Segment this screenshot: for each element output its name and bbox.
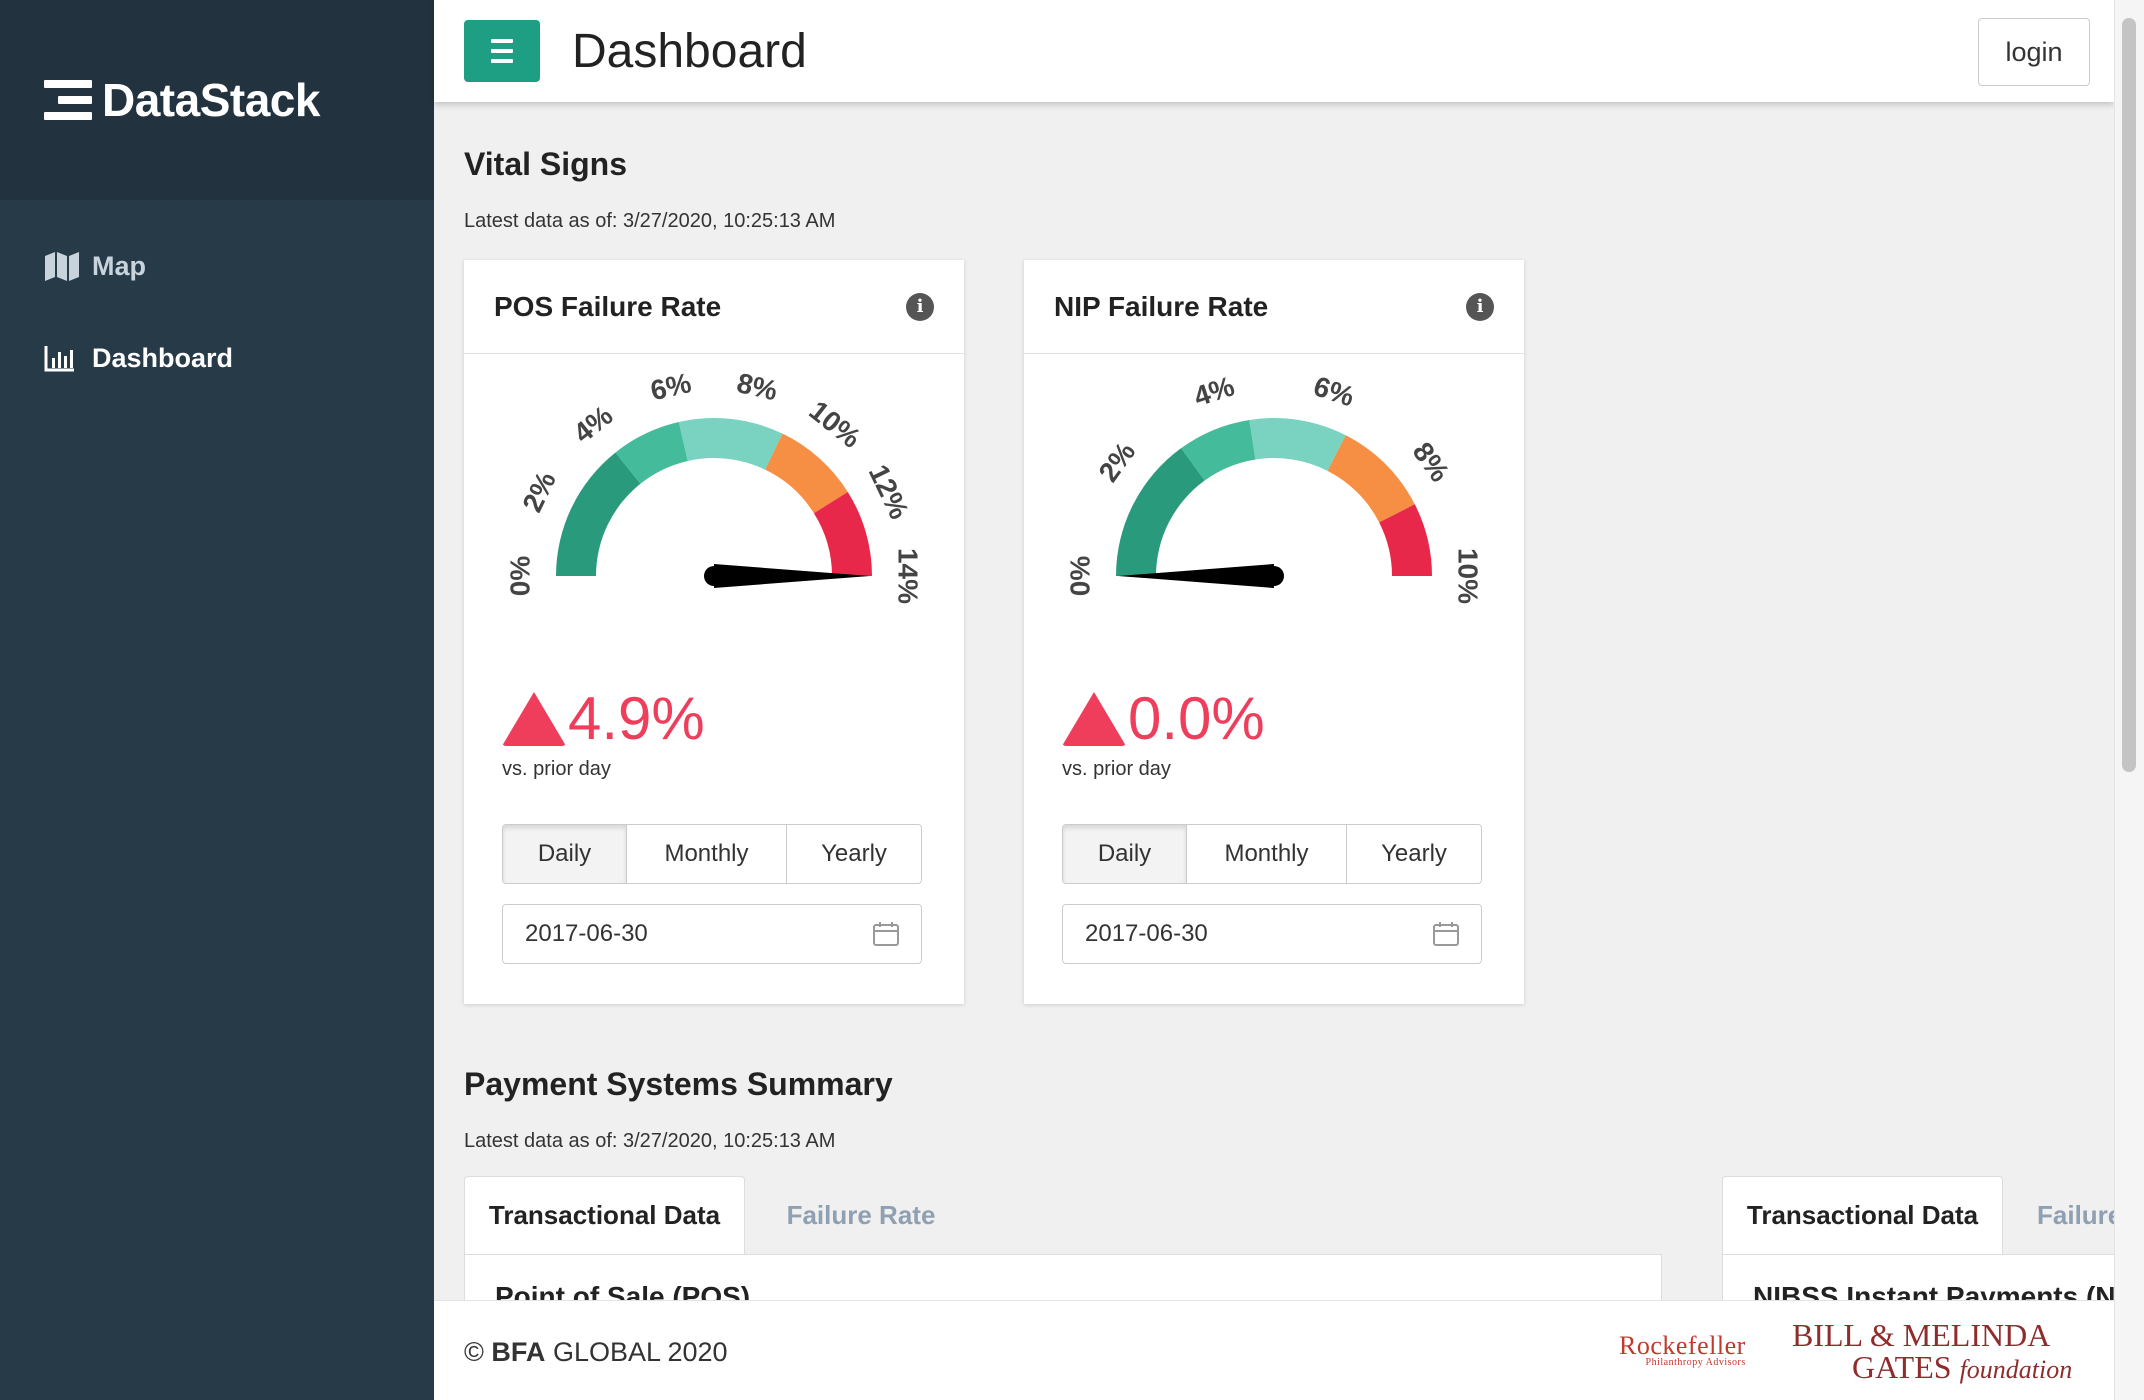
pos-failure-gauge: 0% 2%4% 6% 8% 10% 12% 14% bbox=[504, 367, 924, 604]
payment-summary-panel-left: Transactional Data Failure Rate Point of… bbox=[464, 1176, 1664, 1314]
period-selector: Daily Monthly Yearly bbox=[502, 824, 922, 884]
page-scrollbar[interactable] bbox=[2114, 0, 2144, 1400]
tab-failure-rate[interactable]: Failure Rate bbox=[746, 1176, 976, 1254]
vital-signs-title: Vital Signs bbox=[464, 146, 628, 182]
calendar-icon bbox=[1433, 922, 1459, 946]
date-value: 2017-06-30 bbox=[1085, 920, 1208, 947]
gauge-tick-label: 8% bbox=[734, 367, 780, 406]
date-picker-input[interactable]: 2017-06-30 bbox=[1062, 904, 1482, 964]
gauge-band-0 bbox=[556, 452, 641, 576]
change-value: 4.9% bbox=[568, 685, 705, 752]
nip-failure-gauge: 0% 2% 4% 6% 8% 10% bbox=[1064, 370, 1484, 604]
card-title: POS Failure Rate bbox=[494, 290, 722, 322]
gauge-tick-label: 10% bbox=[803, 395, 866, 454]
date-value: 2017-06-30 bbox=[525, 920, 648, 947]
gauge-tick-label: 2% bbox=[1093, 436, 1142, 487]
scrollbar-thumb[interactable] bbox=[2122, 18, 2136, 772]
gauge-tick-label: 0% bbox=[1064, 556, 1095, 597]
sidebar-item-dashboard[interactable]: Dashboard bbox=[0, 312, 434, 404]
change-label: vs. prior day bbox=[1062, 758, 1171, 780]
gauge-tick-label: 10% bbox=[1453, 548, 1484, 604]
bfa-logo: BFA bbox=[491, 1337, 546, 1367]
gauge-needle-hub bbox=[704, 566, 724, 586]
gauge-tick-label: 2% bbox=[516, 467, 562, 517]
period-monthly-button[interactable]: Monthly bbox=[627, 825, 787, 883]
info-icon[interactable]: i bbox=[1466, 292, 1494, 321]
gauge-band-2 bbox=[1249, 418, 1346, 471]
footer: © BFA GLOBAL 2020 Rockefeller Philanthro… bbox=[434, 1300, 2114, 1400]
gauge-tick-label: 8% bbox=[1407, 436, 1456, 487]
period-daily-button[interactable]: Daily bbox=[1063, 825, 1187, 883]
change-label: vs. prior day bbox=[502, 758, 611, 780]
sidebar-item-label: Dashboard bbox=[92, 342, 234, 373]
payment-summary-latest: Latest data as of: 3/27/2020, 10:25:13 A… bbox=[464, 1130, 836, 1152]
hamburger-icon bbox=[491, 39, 513, 43]
rockefeller-logo[interactable]: Rockefeller Philanthropy Advisors bbox=[1619, 1331, 1746, 1368]
tab-content: NIBSS Instant Payments (NIP) bbox=[1722, 1254, 2114, 1300]
brand-name: DataStack bbox=[102, 74, 320, 126]
period-monthly-button[interactable]: Monthly bbox=[1187, 825, 1347, 883]
sidebar-item-label: Map bbox=[92, 250, 146, 281]
tab-transactional-data[interactable]: Transactional Data bbox=[464, 1176, 745, 1254]
payment-summary-title: Payment Systems Summary bbox=[464, 1066, 893, 1102]
copyright: © BFA GLOBAL 2020 bbox=[464, 1337, 728, 1367]
gauge-tick-label: 4% bbox=[1190, 370, 1238, 412]
gauge-tick-label: 6% bbox=[1310, 370, 1358, 412]
info-icon[interactable]: i bbox=[906, 292, 934, 321]
vital-signs-latest: Latest data as of: 3/27/2020, 10:25:13 A… bbox=[464, 210, 836, 232]
gauge-needle-hub bbox=[1264, 566, 1284, 586]
period-selector: Daily Monthly Yearly bbox=[1062, 824, 1482, 884]
card-title: NIP Failure Rate bbox=[1054, 290, 1269, 322]
period-yearly-button[interactable]: Yearly bbox=[1347, 825, 1481, 883]
datastack-logo-icon bbox=[44, 80, 92, 120]
tab-transactional-data[interactable]: Transactional Data bbox=[1722, 1176, 2003, 1254]
gauge-tick-label: 12% bbox=[863, 460, 915, 524]
gates-foundation-logo[interactable]: BILL & MELINDA GATES foundation bbox=[1792, 1319, 2072, 1386]
gauge-tick-label: 14% bbox=[893, 548, 924, 604]
period-yearly-button[interactable]: Yearly bbox=[787, 825, 921, 883]
login-button[interactable]: login bbox=[1978, 18, 2090, 86]
change-value: 0.0% bbox=[1128, 685, 1265, 752]
gauge-tick-label: 6% bbox=[648, 367, 694, 406]
change-indicator: 0.0% bbox=[1062, 684, 1265, 753]
up-triangle-icon bbox=[502, 691, 566, 746]
date-picker-input[interactable]: 2017-06-30 bbox=[502, 904, 922, 964]
gauge-band-3 bbox=[1327, 435, 1415, 523]
gauge-tick-label: 4% bbox=[567, 399, 618, 449]
panel-heading: NIBSS Instant Payments (NIP) bbox=[1753, 1281, 2114, 1300]
top-bar: Dashboard login bbox=[434, 0, 2114, 102]
menu-toggle-button[interactable] bbox=[464, 20, 540, 82]
nip-failure-rate-card: NIP Failure Rate i 0% 2% 4% 6% 8% 10% 0.0% vs… bbox=[1024, 260, 1524, 1004]
gauge-band-2 bbox=[678, 418, 783, 470]
page-title: Dashboard bbox=[572, 24, 807, 78]
pos-failure-rate-card: POS Failure Rate i 0% 2% 4% 6% 8% 10% 12% 14% 4… bbox=[464, 260, 964, 1004]
bar-chart-icon bbox=[44, 343, 80, 373]
payment-summary-panel-right: Transactional Data Failure NIBSS Instant… bbox=[1722, 1176, 2114, 1300]
brand[interactable]: DataStack bbox=[0, 0, 434, 200]
map-icon bbox=[44, 251, 80, 281]
sidebar-item-map[interactable]: Map bbox=[0, 220, 434, 312]
period-daily-button[interactable]: Daily bbox=[503, 825, 627, 883]
sidebar: DataStack Map Dashboard bbox=[0, 0, 434, 1400]
tab-failure-rate[interactable]: Failure bbox=[2004, 1176, 2114, 1254]
calendar-icon bbox=[873, 922, 899, 946]
gauge-tick-label: 0% bbox=[504, 556, 535, 597]
up-triangle-icon bbox=[1062, 691, 1126, 746]
change-indicator: 4.9% bbox=[502, 684, 705, 753]
